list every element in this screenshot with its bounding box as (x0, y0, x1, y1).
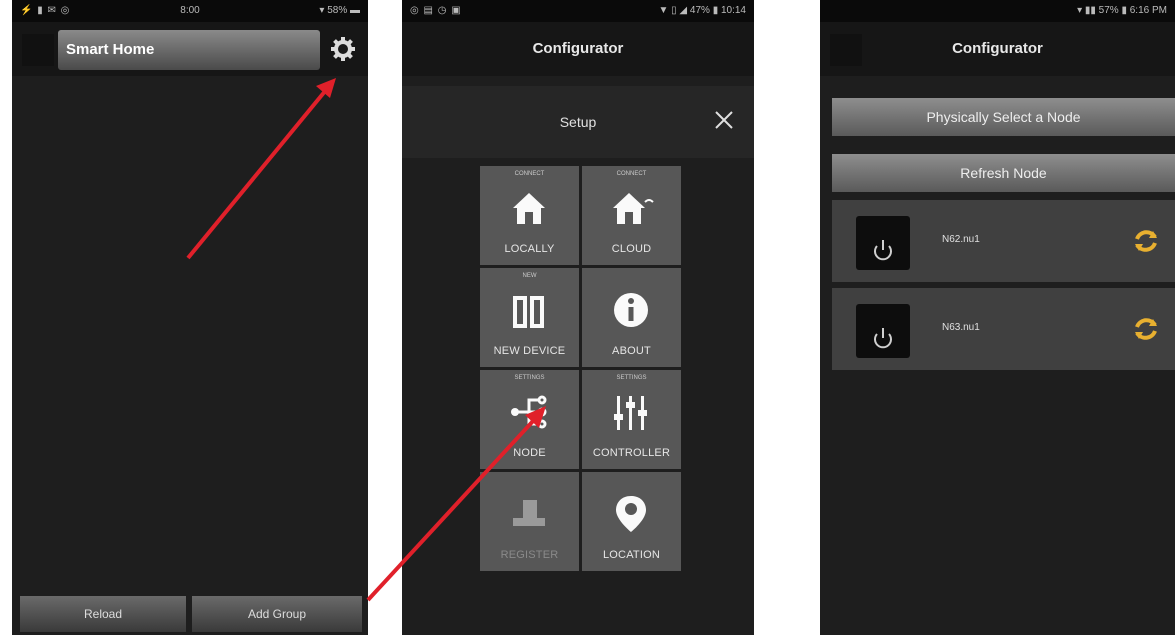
annotation-arrows (186, 78, 546, 602)
arrow-to-node (366, 406, 546, 602)
arrow-to-gear (186, 78, 336, 260)
